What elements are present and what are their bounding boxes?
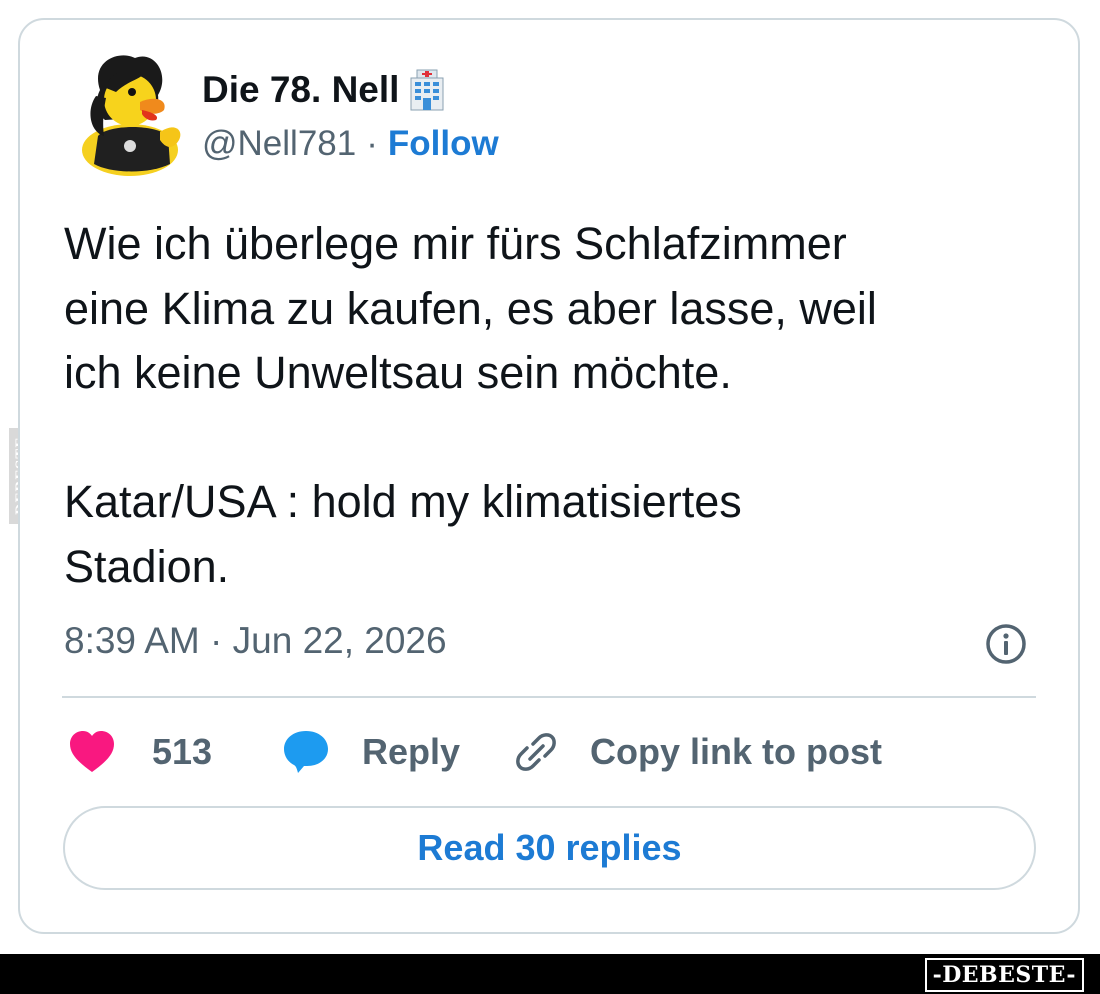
brand-watermark-text: -DEBESTE- xyxy=(932,962,1076,988)
read-replies-button[interactable]: Read 30 replies xyxy=(63,806,1036,890)
follow-button[interactable]: Follow xyxy=(388,124,499,164)
speech-bubble-icon xyxy=(284,731,328,773)
display-name-text: Die 78. Nell xyxy=(202,69,400,110)
link-icon xyxy=(516,733,556,771)
read-replies-label: Read 30 replies xyxy=(417,827,682,868)
handle-row: @Nell781 · Follow xyxy=(202,124,499,164)
like-button[interactable]: 513 xyxy=(68,724,212,780)
heart-icon xyxy=(70,731,114,772)
timestamp[interactable]: 8:39 AM · Jun 22, 2026 xyxy=(64,620,447,662)
copy-link-button[interactable]: Copy link to post xyxy=(512,724,882,780)
info-icon[interactable] xyxy=(984,622,1028,666)
bottom-bar: -DEBESTE- xyxy=(0,954,1100,994)
display-name[interactable]: Die 78. Nell xyxy=(202,66,451,114)
reply-button[interactable]: Reply xyxy=(282,724,460,780)
separator-dot: · xyxy=(366,124,378,163)
avatar[interactable] xyxy=(60,40,200,180)
copy-link-label: Copy link to post xyxy=(590,731,882,772)
handle[interactable]: @Nell781 xyxy=(202,124,356,164)
reply-label: Reply xyxy=(362,731,461,772)
rubber-duck-avatar-icon xyxy=(82,55,181,176)
hospital-icon xyxy=(403,66,451,114)
brand-watermark: -DEBESTE- xyxy=(924,958,1084,992)
like-count: 513 xyxy=(152,731,213,772)
divider xyxy=(62,696,1036,698)
tweet-text: Wie ich überlege mir fürs Schlafzimmer e… xyxy=(64,218,877,592)
